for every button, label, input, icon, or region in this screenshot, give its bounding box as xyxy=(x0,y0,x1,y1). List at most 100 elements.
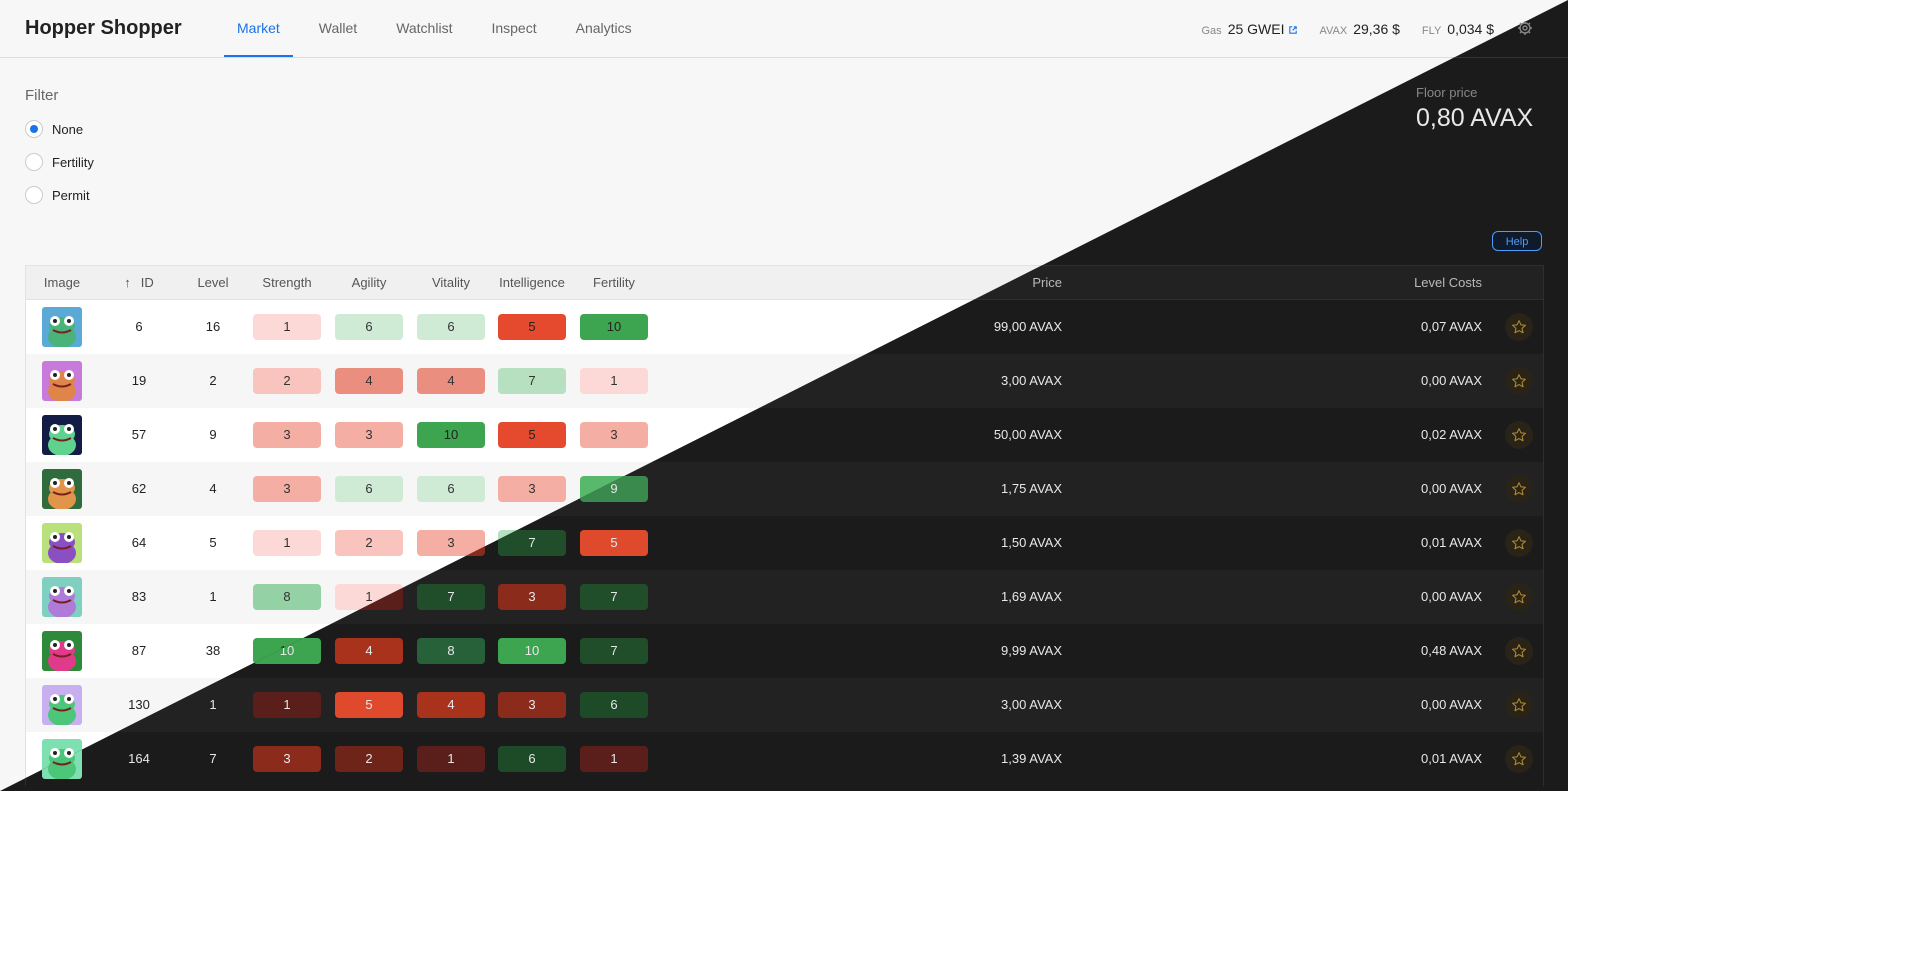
row-id: 64 xyxy=(131,535,147,550)
fly-label: FLY xyxy=(1421,24,1442,37)
strength-badge: 3 xyxy=(253,746,321,772)
watchlist-button[interactable] xyxy=(1505,745,1533,773)
intelligence-badge: 3 xyxy=(498,476,566,502)
hopper-image[interactable] xyxy=(42,577,82,617)
watchlist-button[interactable] xyxy=(1505,583,1533,611)
row-level-cost: 0,00 AVAX xyxy=(1421,697,1482,712)
watchlist-button[interactable] xyxy=(1505,475,1533,503)
watchlist-button[interactable] xyxy=(1505,313,1533,341)
col-level[interactable]: Level xyxy=(188,266,238,299)
table-row[interactable]: 164 7 3 2 1 6 1 1,39 AVAX 0,01 AVAX xyxy=(26,732,1543,786)
intelligence-badge: 3 xyxy=(498,584,566,610)
hopper-image[interactable] xyxy=(42,361,82,401)
filter-option-fertility[interactable]: Fertility xyxy=(25,153,94,171)
col-intelligence[interactable]: Intelligence xyxy=(491,266,573,299)
row-price: 99,00 AVAX xyxy=(993,319,1062,334)
agility-badge: 6 xyxy=(335,314,403,340)
gas-value: 25 GWEI xyxy=(1227,20,1285,37)
floor-price-label: Floor price xyxy=(1416,85,1478,100)
tab-analytics[interactable]: Analytics xyxy=(563,0,645,57)
star-icon xyxy=(1512,320,1526,334)
hopper-image[interactable] xyxy=(42,415,82,455)
watchlist-button[interactable] xyxy=(1505,691,1533,719)
col-level-costs[interactable]: Level Costs xyxy=(1414,266,1482,299)
col-agility[interactable]: Agility xyxy=(335,266,403,299)
tab-market[interactable]: Market xyxy=(224,0,293,57)
fly-stat: FLY 0,034 $ xyxy=(1422,21,1494,37)
fertility-badge: 1 xyxy=(580,746,648,772)
hopper-image[interactable] xyxy=(42,685,82,725)
row-level: 7 xyxy=(209,751,217,766)
tab-wallet[interactable]: Wallet xyxy=(306,0,370,57)
sort-arrow-icon: ↑ xyxy=(124,275,131,290)
row-level-cost: 0,00 AVAX xyxy=(1421,481,1482,496)
fertility-badge: 3 xyxy=(580,422,648,448)
strength-badge: 3 xyxy=(253,422,321,448)
watchlist-button[interactable] xyxy=(1505,529,1533,557)
row-level-cost: 0,48 AVAX xyxy=(1421,643,1482,658)
strength-badge: 1 xyxy=(253,530,321,556)
col-image[interactable]: Image xyxy=(26,266,98,299)
frog-avatar-icon xyxy=(42,631,82,671)
table-row[interactable]: 130 1 1 5 4 3 6 3,00 AVAX 0,00 AVAX xyxy=(26,678,1543,732)
watchlist-button[interactable] xyxy=(1505,367,1533,395)
star-icon xyxy=(1512,482,1526,496)
frog-avatar-icon xyxy=(42,577,82,617)
row-id: 6 xyxy=(135,319,143,334)
fertility-badge: 1 xyxy=(580,368,648,394)
radio-fertility[interactable] xyxy=(25,153,43,171)
agility-badge: 5 xyxy=(335,692,403,718)
hopper-image[interactable] xyxy=(42,523,82,563)
col-vitality[interactable]: Vitality xyxy=(417,266,485,299)
fertility-badge: 5 xyxy=(580,530,648,556)
fertility-badge: 10 xyxy=(580,314,648,340)
agility-badge: 2 xyxy=(335,530,403,556)
agility-badge: 6 xyxy=(335,476,403,502)
tab-watchlist[interactable]: Watchlist xyxy=(383,0,465,57)
vitality-badge: 7 xyxy=(417,584,485,610)
watchlist-button[interactable] xyxy=(1505,637,1533,665)
col-id[interactable]: ↑ ID xyxy=(108,266,170,299)
col-strength[interactable]: Strength xyxy=(253,266,321,299)
help-button[interactable]: Help xyxy=(1492,231,1542,251)
external-link-icon[interactable] xyxy=(1289,25,1298,34)
intelligence-badge: 6 xyxy=(498,746,566,772)
hopper-image[interactable] xyxy=(42,631,82,671)
top-nav: Hopper Shopper Market Wallet Watchlist I… xyxy=(0,0,1568,58)
gas-stat[interactable]: Gas 25 GWEI xyxy=(1202,21,1298,37)
agility-badge: 2 xyxy=(335,746,403,772)
filter-option-none[interactable]: None xyxy=(25,120,83,138)
col-price[interactable]: Price xyxy=(1032,266,1062,299)
row-price: 1,50 AVAX xyxy=(1001,535,1062,550)
row-id: 57 xyxy=(131,427,147,442)
frog-avatar-icon xyxy=(42,523,82,563)
strength-badge: 1 xyxy=(253,314,321,340)
row-level: 1 xyxy=(209,589,217,604)
radio-permit[interactable] xyxy=(25,186,43,204)
row-level-cost: 0,00 AVAX xyxy=(1421,589,1482,604)
radio-none[interactable] xyxy=(25,120,43,138)
tab-inspect[interactable]: Inspect xyxy=(478,0,549,57)
agility-badge: 3 xyxy=(335,422,403,448)
strength-badge: 1 xyxy=(253,692,321,718)
frog-avatar-icon xyxy=(42,361,82,401)
hopper-image[interactable] xyxy=(42,469,82,509)
row-id: 62 xyxy=(131,481,147,496)
vitality-badge: 1 xyxy=(417,746,485,772)
col-fertility[interactable]: Fertility xyxy=(580,266,648,299)
row-level-cost: 0,01 AVAX xyxy=(1421,751,1482,766)
watchlist-button[interactable] xyxy=(1505,421,1533,449)
filter-option-permit[interactable]: Permit xyxy=(25,186,90,204)
fertility-badge: 7 xyxy=(580,638,648,664)
star-icon xyxy=(1512,374,1526,388)
vitality-badge: 10 xyxy=(417,422,485,448)
row-price: 1,69 AVAX xyxy=(1001,589,1062,604)
star-icon xyxy=(1512,698,1526,712)
star-icon xyxy=(1512,644,1526,658)
hopper-image[interactable] xyxy=(42,307,82,347)
star-icon xyxy=(1512,752,1526,766)
filter-option-label: Fertility xyxy=(52,154,94,170)
intelligence-badge: 10 xyxy=(498,638,566,664)
vitality-badge: 8 xyxy=(417,638,485,664)
app-title: Hopper Shopper xyxy=(25,17,182,39)
